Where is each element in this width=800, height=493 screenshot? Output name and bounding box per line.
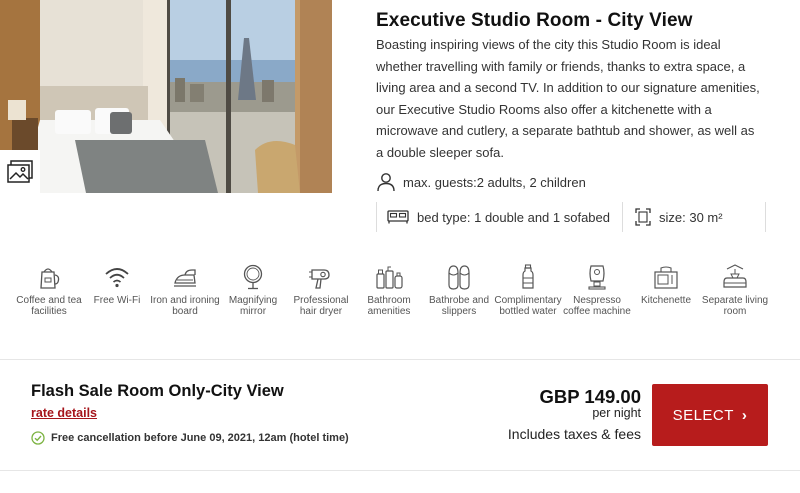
amenities-list: Coffee and tea facilities Free Wi-Fi Iro… bbox=[14, 262, 784, 342]
amenity-label: Professional hair dryer bbox=[293, 295, 349, 317]
slippers-icon bbox=[448, 265, 470, 290]
amenity-label: Kitchenette bbox=[640, 295, 692, 306]
amenity-item: Bathroom amenities bbox=[354, 262, 424, 317]
rate-details-link[interactable]: rate details bbox=[31, 406, 97, 420]
amenity-item: Iron and ironing board bbox=[150, 262, 220, 317]
section-divider bbox=[0, 359, 800, 360]
amenity-label: Separate living room bbox=[701, 295, 769, 317]
amenity-label: Free Wi-Fi bbox=[93, 295, 141, 306]
coffee-machine-icon bbox=[588, 265, 606, 290]
cancellation-text: Free cancellation before June 09, 2021, … bbox=[51, 432, 349, 444]
room-specs: bed type: 1 double and 1 sofabed size: 3… bbox=[376, 202, 766, 232]
amenity-item: Bathrobe and slippers bbox=[424, 262, 494, 317]
living-room-icon bbox=[723, 264, 747, 288]
check-circle-icon bbox=[31, 431, 45, 445]
amenity-item: Free Wi-Fi bbox=[82, 262, 152, 307]
amenity-label: Complimentary bottled water bbox=[494, 295, 562, 317]
amenity-item: Separate living room bbox=[700, 262, 770, 317]
max-guests: max. guests:2 adults, 2 children bbox=[376, 172, 586, 192]
amenity-item: Coffee and tea facilities bbox=[14, 262, 84, 317]
wifi-icon bbox=[105, 268, 129, 288]
kettle-icon bbox=[40, 268, 60, 289]
max-guests-text: max. guests:2 adults, 2 children bbox=[403, 174, 586, 190]
rate-name: Flash Sale Room Only-City View bbox=[31, 382, 284, 400]
amenity-label: Magnifying mirror bbox=[228, 295, 278, 317]
room-photo-image bbox=[0, 0, 332, 193]
amenity-label: Iron and ironing board bbox=[150, 295, 220, 317]
amenity-item: Professional hair dryer bbox=[286, 262, 356, 317]
select-button[interactable]: SELECT › bbox=[652, 384, 768, 446]
room-size-icon bbox=[635, 208, 651, 226]
amenity-label: Bathrobe and slippers bbox=[428, 295, 490, 317]
bottles-icon bbox=[376, 266, 403, 289]
per-night-label: per night bbox=[592, 406, 641, 420]
hair-dryer-icon bbox=[309, 269, 330, 289]
section-divider bbox=[0, 470, 800, 471]
amenity-item: Nespresso coffee machine bbox=[562, 262, 632, 317]
kitchenette-icon bbox=[654, 266, 678, 289]
amenity-label: Nespresso coffee machine bbox=[563, 295, 631, 317]
room-photo[interactable] bbox=[0, 0, 332, 193]
bed-type-text: bed type: 1 double and 1 sofabed bbox=[417, 209, 610, 225]
amenity-item: Complimentary bottled water bbox=[493, 262, 563, 317]
amenity-item: Kitchenette bbox=[631, 262, 701, 307]
amenity-item: Magnifying mirror bbox=[218, 262, 288, 317]
room-description: Boasting inspiring views of the city thi… bbox=[376, 37, 760, 160]
bed-icon bbox=[387, 210, 409, 224]
gallery-button[interactable] bbox=[0, 150, 40, 193]
person-icon bbox=[377, 173, 395, 192]
image-gallery-icon bbox=[7, 159, 33, 183]
rate-price: GBP 149.00 bbox=[539, 386, 641, 407]
select-button-label: SELECT bbox=[672, 406, 734, 424]
mirror-icon bbox=[243, 264, 263, 290]
amenity-label: Bathroom amenities bbox=[367, 295, 411, 317]
room-size-text: size: 30 m² bbox=[659, 209, 723, 225]
room-title: Executive Studio Room - City View bbox=[376, 10, 693, 31]
water-bottle-icon bbox=[522, 264, 534, 289]
cancellation-policy: Free cancellation before June 09, 2021, … bbox=[31, 431, 349, 445]
spec-divider bbox=[622, 202, 623, 232]
iron-icon bbox=[174, 269, 196, 287]
taxes-note: Includes taxes & fees bbox=[507, 426, 641, 442]
amenity-label: Coffee and tea facilities bbox=[16, 295, 82, 317]
chevron-right-icon: › bbox=[741, 406, 748, 424]
